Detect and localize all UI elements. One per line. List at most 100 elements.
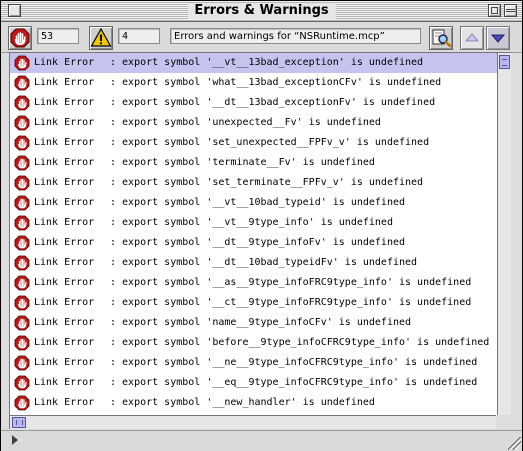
message-row[interactable]: Link Error : export symbol '__vt__10bad_t… [10,193,497,213]
stop-hand-icon [14,335,30,351]
message-row[interactable]: Link Error : export symbol '__vt__13bad_e… [10,53,497,73]
next-message-button[interactable] [486,26,510,50]
message-text: : export symbol '__dt__13bad_exceptionFv… [110,97,436,108]
message-text: : export symbol '__ct__9type_infoFRC9typ… [110,297,472,308]
messages-title-field: Errors and warnings for “NSRuntime.mcp” [170,28,421,44]
vertical-scroll-thumb[interactable] [499,55,510,69]
message-text: : export symbol '__dt__10bad_typeidFv' i… [110,257,418,268]
stop-hand-icon [10,28,30,48]
message-text: : export symbol 'terminate__Fv' is undef… [110,157,375,168]
vertical-scrollbar[interactable] [497,52,511,415]
errors-warnings-window: Errors & Warnings 53 4 Errors and warnin… [0,0,523,451]
stop-hand-icon [14,295,30,311]
stop-hand-icon [14,355,30,371]
message-kind: Link Error [34,357,95,368]
message-text: : export symbol 'what__13bad_exceptionCF… [110,77,442,88]
stop-hand-icon [14,115,30,131]
message-kind: Link Error [34,337,95,348]
message-row[interactable]: Link Error : export symbol '__as__9type_i… [10,273,497,293]
zoom-box[interactable] [488,4,501,17]
message-text: : export symbol 'name__9type_infoCFv' is… [110,317,412,328]
horizontal-scroll-thumb[interactable] [12,417,26,428]
message-kind: Link Error [34,377,95,388]
stop-hand-icon [14,375,30,391]
error-count-field: 53 [37,28,79,44]
message-text: : export symbol '__vt__10bad_typeid' is … [110,197,406,208]
stop-hand-icon [14,315,30,331]
message-row[interactable]: Link Error : export symbol 'set_terminate… [10,173,497,193]
source-pane-bar [1,430,522,451]
message-kind: Link Error [34,177,95,188]
message-row[interactable]: Link Error : export symbol '__new_handler… [10,393,497,413]
message-text: : export symbol 'set_unexpected__FPFv_v'… [110,137,430,148]
stop-hand-icon [14,195,30,211]
message-text: : export symbol '__ne__9type_infoCFRC9ty… [110,357,478,368]
message-text: : export symbol 'before__9type_infoCFRC9… [110,337,490,348]
find-magnifier-icon [432,29,452,48]
message-kind: Link Error [34,57,95,68]
disclosure-triangle-icon[interactable] [12,435,18,445]
message-row[interactable]: Link Error : export symbol '__ct__9type_i… [10,293,497,313]
message-row[interactable]: Link Error : export symbol '__ne__9type_i… [10,353,497,373]
warning-count-field: 4 [118,28,160,44]
message-kind: Link Error [34,317,95,328]
message-text: : export symbol '__as__9type_infoFRC9typ… [110,277,472,288]
find-button[interactable] [429,26,453,50]
message-row[interactable]: Link Error : export symbol 'before__9type… [10,333,497,353]
toolbar: 53 4 Errors and warnings for “NSRuntime.… [1,22,522,53]
grow-box[interactable] [508,437,521,450]
message-kind: Link Error [34,117,95,128]
warnings-filter-button[interactable] [89,26,113,50]
message-row[interactable]: Link Error : export symbol 'set_unexpecte… [10,133,497,153]
horizontal-scrollbar[interactable] [9,415,496,429]
stop-hand-icon [14,75,30,91]
collapse-box[interactable] [504,4,517,17]
message-row[interactable]: Link Error : export symbol '__dt__10bad_t… [10,253,497,273]
message-text: : export symbol 'set_terminate__FPFv_v' … [110,177,424,188]
title-bar[interactable]: Errors & Warnings [1,1,522,22]
stop-hand-icon [14,55,30,71]
message-kind: Link Error [34,217,95,228]
message-kind: Link Error [34,237,95,248]
stop-hand-icon [14,135,30,151]
close-box[interactable] [8,4,21,17]
errors-filter-button[interactable] [8,26,32,50]
message-kind: Link Error [34,137,95,148]
message-text: : export symbol '__vt__9type_info' is un… [110,217,393,228]
stop-hand-icon [14,235,30,251]
message-kind: Link Error [34,97,95,108]
message-row[interactable]: Link Error : export symbol 'name__9type_i… [10,313,497,333]
message-row[interactable]: Link Error : export symbol '__eq__9type_i… [10,373,497,393]
message-kind: Link Error [34,197,95,208]
stop-hand-icon [14,155,30,171]
previous-message-button[interactable] [460,26,484,50]
stop-hand-icon [14,275,30,291]
chevron-down-icon [490,34,506,43]
chevron-up-icon [464,33,480,42]
message-text: : export symbol '__vt__13bad_exception' … [110,57,424,68]
message-kind: Link Error [34,77,95,88]
message-row[interactable]: Link Error : export symbol '__vt__9type_i… [10,213,497,233]
message-row[interactable]: Link Error : export symbol '__dt__13bad_e… [10,93,497,113]
stop-hand-icon [14,175,30,191]
message-row[interactable]: Link Error : export symbol 'unexpected__F… [10,113,497,133]
stop-hand-icon [14,395,30,411]
warning-triangle-icon [90,27,112,47]
message-text: : export symbol '__eq__9type_infoCFRC9ty… [110,377,478,388]
message-kind: Link Error [34,277,95,288]
stop-hand-icon [14,95,30,111]
message-row[interactable]: Link Error : export symbol 'what__13bad_e… [10,73,497,93]
stop-hand-icon [14,215,30,231]
message-kind: Link Error [34,397,95,408]
stop-hand-icon [14,255,30,271]
message-row[interactable]: Link Error : export symbol '__dt__9type_i… [10,233,497,253]
message-kind: Link Error [34,297,95,308]
message-text: : export symbol 'unexpected__Fv' is unde… [110,117,381,128]
message-text: : export symbol '__new_handler' is undef… [110,397,375,408]
message-kind: Link Error [34,157,95,168]
window-title: Errors & Warnings [187,3,336,19]
message-list[interactable]: Link Error : export symbol '__vt__13bad_e… [9,52,497,416]
message-text: : export symbol '__dt__9type_infoFv' is … [110,237,406,248]
message-row[interactable]: Link Error : export symbol 'terminate__Fv… [10,153,497,173]
message-kind: Link Error [34,257,95,268]
